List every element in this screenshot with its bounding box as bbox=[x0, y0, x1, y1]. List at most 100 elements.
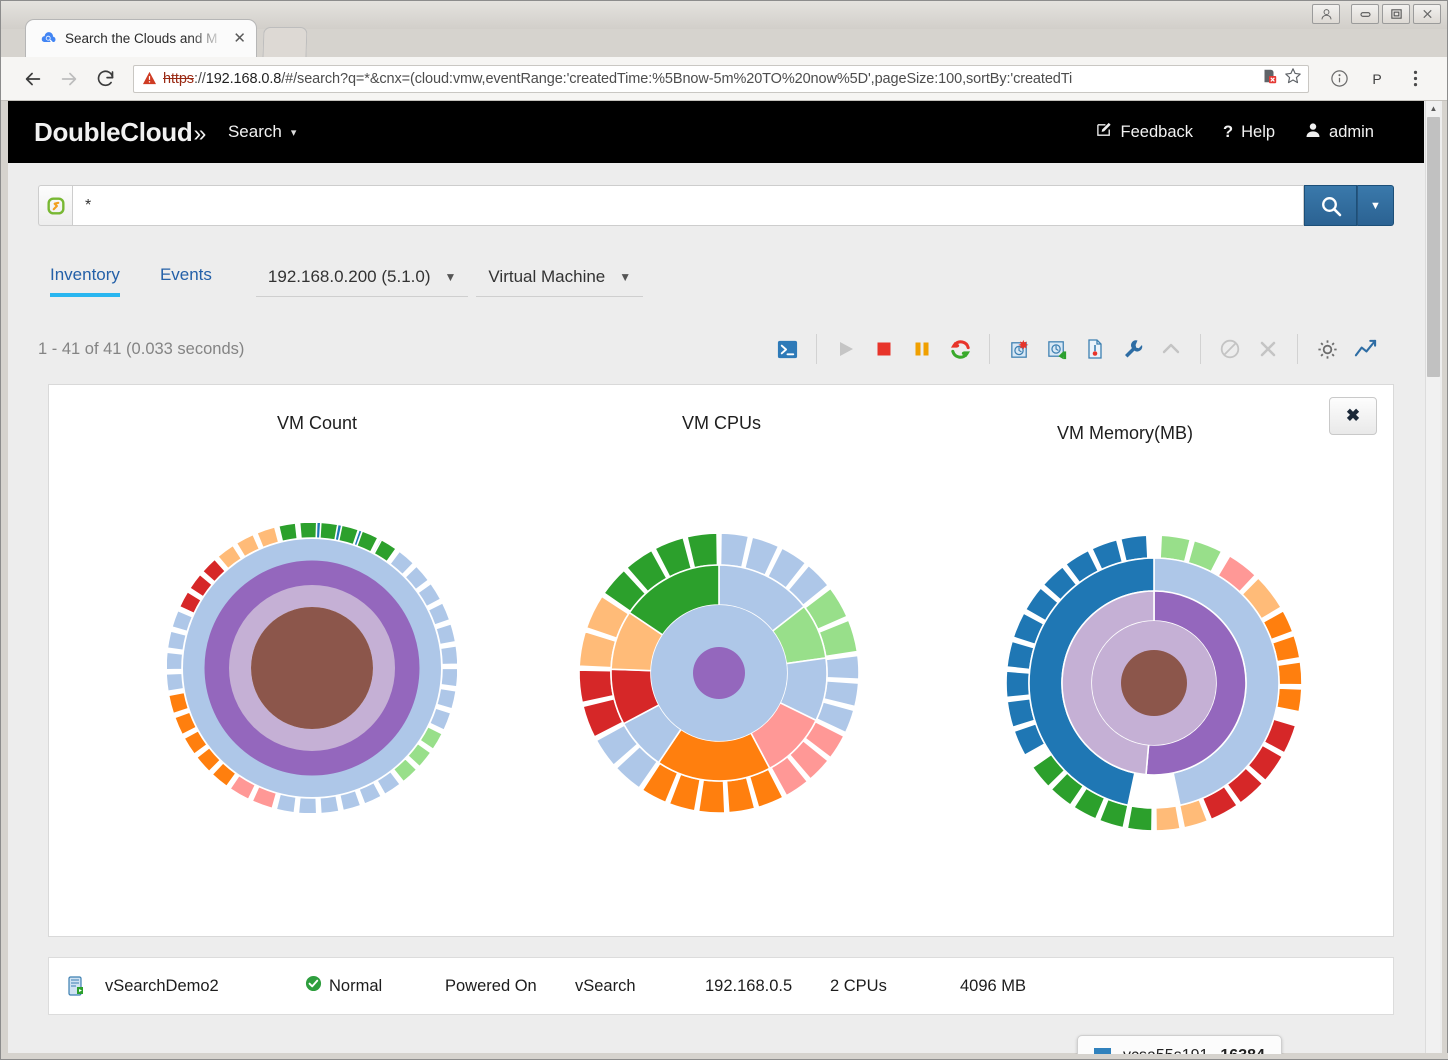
power-on-play-icon bbox=[827, 332, 865, 366]
objecttype-select-value: Virtual Machine bbox=[488, 267, 605, 287]
three-dot-menu-icon[interactable] bbox=[1397, 61, 1433, 97]
search-bar: ▼ bbox=[38, 185, 1394, 226]
question-mark-icon: ? bbox=[1223, 123, 1233, 142]
row-memory: 4096 MB bbox=[960, 977, 1090, 996]
view-tabs-row: Inventory Events 192.168.0.200 (5.1.0) ▼… bbox=[30, 256, 1394, 298]
browser-toolbar: https://192.168.0.8/#/search?q=*&cnx=(cl… bbox=[1, 57, 1447, 101]
brand-chevron-icon: » bbox=[193, 120, 206, 146]
tab-events[interactable]: Events bbox=[140, 265, 232, 297]
app-header: DoubleCloud» Search ▾ Feedback ? H bbox=[8, 101, 1424, 163]
tab-title: Search the Clouds and M bbox=[65, 31, 225, 46]
row-power-state: Powered On bbox=[445, 977, 575, 996]
not-secure-warning-icon bbox=[142, 71, 157, 87]
row-cpu: 2 CPUs bbox=[830, 977, 960, 996]
page-scrollbar[interactable]: ▲ bbox=[1425, 101, 1440, 1054]
url-scheme: https bbox=[163, 71, 194, 87]
tab-strip: Search the Clouds and M ✕ bbox=[1, 19, 1447, 57]
url-separator: :// bbox=[194, 71, 206, 87]
sunburst-vm-cpus[interactable] bbox=[569, 523, 869, 828]
chevron-down-icon: ▾ bbox=[291, 126, 297, 139]
page-content: DoubleCloud» Search ▾ Feedback ? H bbox=[8, 101, 1424, 1054]
table-row[interactable]: vSearchDemo2 Normal Powered On vSearch 1… bbox=[48, 957, 1394, 1015]
profile-avatar[interactable]: P bbox=[1359, 61, 1395, 97]
tooltip-color-swatch bbox=[1094, 1048, 1111, 1055]
console-icon[interactable] bbox=[768, 332, 806, 366]
check-circle-icon bbox=[305, 975, 322, 997]
close-icon[interactable]: ✕ bbox=[233, 31, 246, 46]
back-arrow-icon[interactable] bbox=[15, 61, 51, 97]
feedback-pencil-icon bbox=[1096, 121, 1113, 143]
toolbar-group-settings bbox=[1298, 334, 1394, 364]
caret-down-icon: ▼ bbox=[1370, 200, 1381, 212]
status-badge: Normal bbox=[305, 975, 445, 997]
star-bookmark-icon[interactable] bbox=[1284, 67, 1302, 90]
extension-circle-icon[interactable] bbox=[1321, 61, 1357, 97]
app-brand[interactable]: DoubleCloud» bbox=[34, 117, 206, 148]
status-label: Normal bbox=[329, 977, 382, 996]
toolbar-group-console bbox=[758, 334, 816, 364]
help-link[interactable]: ? Help bbox=[1223, 123, 1275, 142]
connection-link-icon[interactable] bbox=[38, 185, 72, 226]
chart-title-vm-memory: VM Memory(MB) bbox=[1057, 423, 1193, 444]
report-document-icon[interactable] bbox=[1076, 332, 1114, 366]
browser-right-actions: P bbox=[1321, 61, 1433, 97]
search-options-dropdown[interactable]: ▼ bbox=[1357, 185, 1394, 226]
row-name: vSearchDemo2 bbox=[105, 977, 305, 996]
url-text: https://192.168.0.8/#/search?q=*&cnx=(cl… bbox=[163, 71, 1254, 87]
chart-title-vm-count: VM Count bbox=[277, 413, 357, 434]
panel-close-icon[interactable]: ✖ bbox=[1329, 397, 1377, 435]
snapshot-take-icon[interactable] bbox=[1000, 332, 1038, 366]
row-ip-address: 192.168.0.5 bbox=[705, 977, 830, 996]
virtual-machine-icon bbox=[49, 975, 105, 997]
new-tab-icon[interactable] bbox=[262, 27, 307, 57]
chart-title-vm-cpus: VM CPUs bbox=[682, 413, 761, 434]
sunburst-vm-memory[interactable] bbox=[1004, 533, 1304, 838]
toolbar-group-snapshot bbox=[990, 334, 1200, 364]
toolbar-group-remove bbox=[1201, 334, 1297, 364]
scrollbar-thumb[interactable] bbox=[1427, 117, 1440, 377]
host-select[interactable]: 192.168.0.200 (5.1.0) ▼ bbox=[256, 267, 468, 297]
gear-settings-icon[interactable] bbox=[1308, 332, 1346, 366]
chart-tooltip: vcsa55s191 16384 bbox=[1077, 1035, 1282, 1054]
host-select-value: 192.168.0.200 (5.1.0) bbox=[268, 267, 431, 287]
cookie-blocked-icon[interactable] bbox=[1260, 67, 1278, 90]
restart-refresh-icon[interactable] bbox=[941, 332, 979, 366]
analytics-chart-icon[interactable] bbox=[1346, 332, 1384, 366]
tooltip-label: vcsa55s191 bbox=[1123, 1047, 1208, 1054]
feedback-label: Feedback bbox=[1121, 123, 1193, 142]
browser-tab[interactable]: Search the Clouds and M ✕ bbox=[25, 19, 257, 57]
results-bar: 1 - 41 of 41 (0.033 seconds) bbox=[38, 328, 1394, 370]
caret-down-icon: ▼ bbox=[445, 270, 457, 284]
brand-name: DoubleCloud bbox=[34, 117, 192, 147]
forward-arrow-icon bbox=[51, 61, 87, 97]
tooltip-value: 16384 bbox=[1220, 1047, 1265, 1054]
help-label: Help bbox=[1241, 123, 1275, 142]
address-bar[interactable]: https://192.168.0.8/#/search?q=*&cnx=(cl… bbox=[133, 65, 1309, 93]
reload-icon[interactable] bbox=[87, 61, 123, 97]
feedback-link[interactable]: Feedback bbox=[1096, 121, 1193, 143]
objecttype-select[interactable]: Virtual Machine ▼ bbox=[476, 267, 643, 297]
sunburst-vm-count[interactable] bbox=[167, 523, 457, 818]
power-off-stop-icon[interactable] bbox=[865, 332, 903, 366]
suspend-pause-icon[interactable] bbox=[903, 332, 941, 366]
caret-down-icon: ▼ bbox=[619, 270, 631, 284]
tab-inventory[interactable]: Inventory bbox=[30, 265, 140, 297]
results-count: 1 - 41 of 41 (0.033 seconds) bbox=[38, 340, 244, 359]
user-label: admin bbox=[1329, 123, 1374, 142]
nav-menu-search[interactable]: Search ▾ bbox=[228, 122, 296, 142]
url-path: /#/search?q=*&cnx=(cloud:vmw,eventRange:… bbox=[281, 71, 1072, 87]
search-input[interactable] bbox=[72, 185, 1304, 226]
page-viewport: DoubleCloud» Search ▾ Feedback ? H bbox=[8, 101, 1442, 1054]
action-toolbar bbox=[758, 328, 1394, 370]
app-header-links: Feedback ? Help admin bbox=[1096, 121, 1398, 143]
search-button[interactable] bbox=[1304, 185, 1357, 226]
profile-letter: P bbox=[1366, 68, 1388, 90]
snapshot-revert-icon[interactable] bbox=[1038, 332, 1076, 366]
toolbar-group-power bbox=[817, 334, 989, 364]
row-owner: vSearch bbox=[575, 977, 705, 996]
scroll-up-icon[interactable]: ▲ bbox=[1426, 101, 1441, 116]
user-menu[interactable]: admin bbox=[1305, 122, 1374, 143]
remove-x-icon bbox=[1249, 332, 1287, 366]
settings-wrench-icon[interactable] bbox=[1114, 332, 1152, 366]
url-host: 192.168.0.8 bbox=[206, 71, 282, 87]
